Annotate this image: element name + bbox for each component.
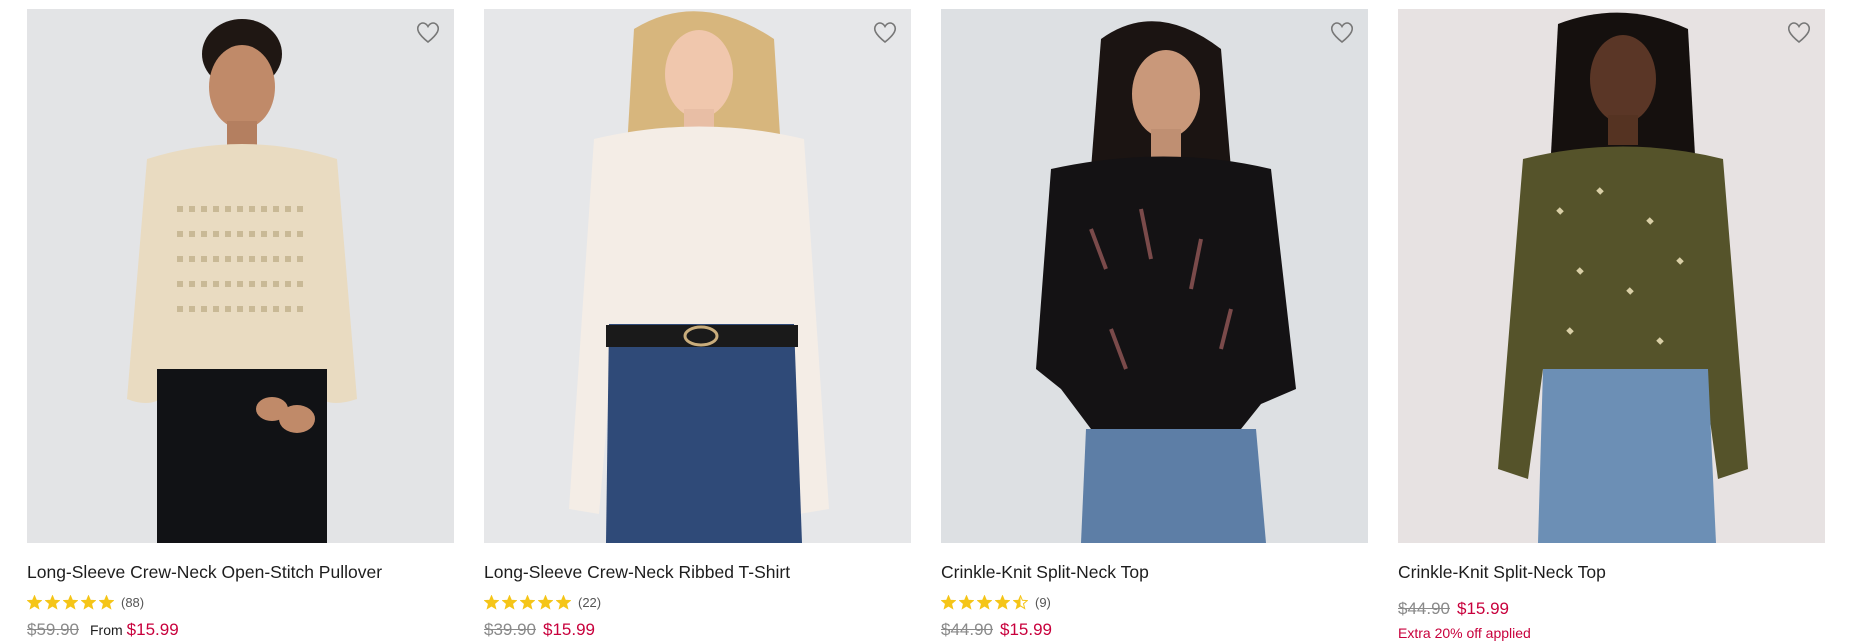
product-card[interactable]: Crinkle-Knit Split-Neck Top $44.90 $15.9… xyxy=(1398,9,1825,641)
price-row: $44.90 $15.99 xyxy=(1398,599,1825,619)
sale-price: $15.99 xyxy=(543,620,595,639)
star-full-icon xyxy=(45,594,60,610)
original-price: $59.90 xyxy=(27,620,79,639)
star-full-icon xyxy=(502,594,517,610)
star-full-icon xyxy=(99,594,114,610)
price-row: $39.90 $15.99 xyxy=(484,620,911,640)
heart-outline-icon[interactable] xyxy=(1328,18,1356,46)
rating-count: (22) xyxy=(578,594,602,610)
star-full-icon xyxy=(81,594,96,610)
rating: (9) xyxy=(941,594,1368,610)
product-image[interactable] xyxy=(484,9,911,543)
product-title[interactable]: Crinkle-Knit Split-Neck Top xyxy=(941,561,1368,583)
sale-price: $15.99 xyxy=(1457,599,1509,618)
original-price: $39.90 xyxy=(484,620,536,639)
star-full-icon xyxy=(63,594,78,610)
star-full-icon xyxy=(27,594,42,610)
original-price: $44.90 xyxy=(1398,599,1450,618)
star-rating xyxy=(941,594,1028,610)
star-half-icon xyxy=(1013,594,1028,610)
star-full-icon xyxy=(941,594,956,610)
star-full-icon xyxy=(995,594,1010,610)
product-card[interactable]: Long-Sleeve Crew-Neck Open-Stitch Pullov… xyxy=(27,9,454,641)
heart-outline-icon[interactable] xyxy=(871,18,899,46)
rating-count: (88) xyxy=(121,594,145,610)
star-full-icon xyxy=(520,594,535,610)
product-title[interactable]: Crinkle-Knit Split-Neck Top xyxy=(1398,561,1825,583)
promo-message: Extra 20% off applied xyxy=(1398,625,1531,641)
rating: (22) xyxy=(484,594,911,610)
sale-price: $15.99 xyxy=(1000,620,1052,639)
star-rating xyxy=(27,594,114,610)
rating-count: (9) xyxy=(1035,594,1051,610)
star-full-icon xyxy=(977,594,992,610)
product-card[interactable]: Long-Sleeve Crew-Neck Ribbed T-Shirt (22… xyxy=(484,9,911,641)
sale-price: $15.99 xyxy=(126,620,179,639)
star-rating xyxy=(484,594,571,610)
price-row: $44.90 $15.99 xyxy=(941,620,1368,640)
product-image[interactable] xyxy=(941,9,1368,543)
product-title[interactable]: Long-Sleeve Crew-Neck Open-Stitch Pullov… xyxy=(27,561,454,583)
price-prefix: From xyxy=(90,622,123,638)
star-full-icon xyxy=(484,594,499,610)
product-grid: Long-Sleeve Crew-Neck Open-Stitch Pullov… xyxy=(27,9,1825,641)
heart-outline-icon[interactable] xyxy=(414,18,442,46)
product-image[interactable] xyxy=(27,9,454,543)
product-image[interactable] xyxy=(1398,9,1825,543)
product-title[interactable]: Long-Sleeve Crew-Neck Ribbed T-Shirt xyxy=(484,561,911,583)
original-price: $44.90 xyxy=(941,620,993,639)
star-full-icon xyxy=(556,594,571,610)
rating: (88) xyxy=(27,594,454,610)
price-row: $59.90 From $15.99 xyxy=(27,620,454,640)
heart-outline-icon[interactable] xyxy=(1785,18,1813,46)
star-full-icon xyxy=(959,594,974,610)
star-full-icon xyxy=(538,594,553,610)
product-card[interactable]: Crinkle-Knit Split-Neck Top (9) $44.90 $… xyxy=(941,9,1368,641)
